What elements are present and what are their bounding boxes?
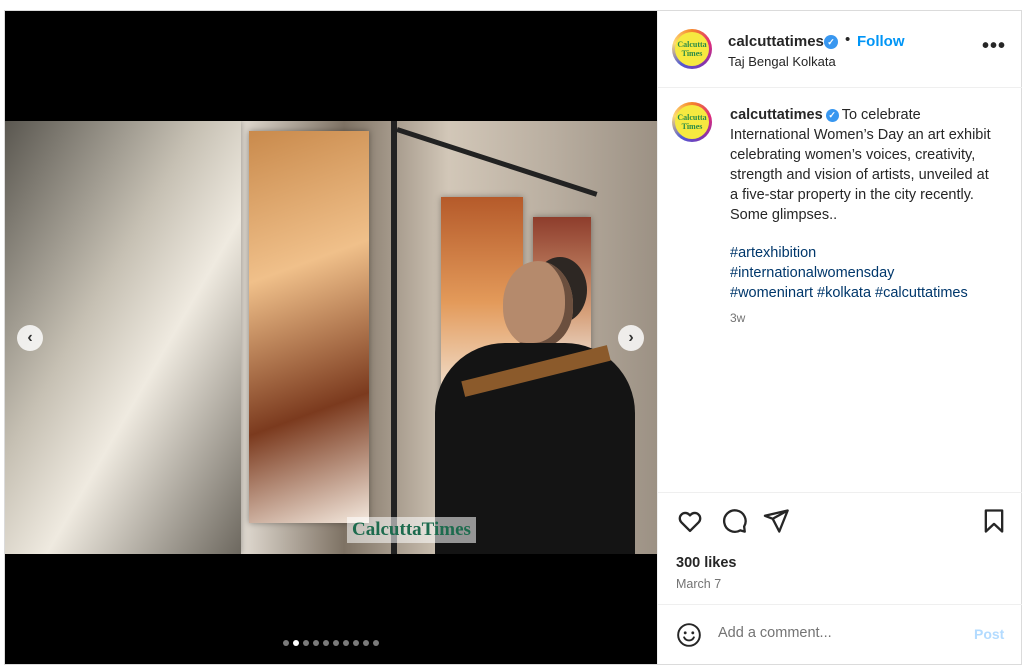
comment-input[interactable]: Add a comment... — [718, 625, 958, 641]
send-icon[interactable] — [762, 507, 790, 535]
follow-button[interactable]: Follow — [857, 33, 905, 50]
username-link[interactable]: calcuttatimes — [728, 33, 824, 50]
likes-count[interactable]: 300 likes — [676, 555, 736, 571]
avatar[interactable]: Calcutta Times — [672, 29, 712, 69]
painting-woman — [249, 131, 369, 523]
hashtags: #artexhibition #internationalwomensday #… — [730, 243, 1010, 303]
more-options-button[interactable]: ••• — [982, 35, 1006, 58]
avatar-logo-text: Calcutta Times — [677, 113, 707, 131]
carousel-next-button[interactable]: › — [618, 325, 644, 351]
chevron-left-icon: ‹ — [27, 329, 33, 346]
separator-dot: • — [845, 31, 851, 48]
caption-text: calcuttatimes ✓ To celebrate International… — [730, 105, 1000, 225]
carousel-dot — [373, 640, 379, 646]
carousel-dot — [333, 640, 339, 646]
hashtag-link[interactable]: #womeninart — [730, 285, 813, 301]
hashtag-link[interactable]: #kolkata — [817, 285, 871, 301]
post-comment-button[interactable]: Post — [974, 626, 1004, 642]
carousel-dot — [363, 640, 369, 646]
post-date: March 7 — [676, 577, 722, 591]
hashtag-link[interactable]: #internationalwomensday — [730, 265, 894, 281]
caption-timestamp: 3w — [730, 311, 746, 325]
carousel-dot — [293, 640, 299, 646]
watermark-logo: CalcuttaTimes — [347, 517, 476, 543]
verified-badge-icon: ✓ — [824, 35, 838, 49]
heart-icon[interactable] — [676, 507, 704, 535]
post-photo[interactable] — [5, 121, 657, 554]
caption-body: To celebrate International Women’s Day a… — [730, 107, 991, 223]
display-pole — [391, 121, 397, 554]
chevron-right-icon: › — [628, 329, 634, 346]
visitor-figure — [425, 257, 635, 554]
carousel-dot — [313, 640, 319, 646]
caption-avatar[interactable]: Calcutta Times — [672, 102, 712, 142]
caption-section: Calcutta Times calcuttatimes ✓ To celebrat… — [658, 88, 1022, 493]
display-rail — [396, 127, 598, 197]
instagram-post: CalcuttaTimes ‹ › Calcutta Times calcutt… — [4, 10, 1022, 665]
caption-username[interactable]: calcuttatimes — [730, 107, 823, 123]
avatar-logo-text: Calcutta Times — [677, 40, 707, 58]
carousel-dot — [283, 640, 289, 646]
carousel-dot — [353, 640, 359, 646]
carousel-prev-button[interactable]: ‹ — [17, 325, 43, 351]
post-media: CalcuttaTimes ‹ › — [5, 11, 657, 664]
carousel-dot — [303, 640, 309, 646]
hashtag-link[interactable]: #artexhibition — [730, 245, 816, 261]
location-link[interactable]: Taj Bengal Kolkata — [728, 54, 836, 69]
carousel-indicator — [5, 640, 657, 646]
comment-bar: Add a comment... Post — [658, 604, 1022, 665]
emoji-icon[interactable] — [676, 622, 702, 648]
carousel-dot — [343, 640, 349, 646]
action-bar — [658, 507, 1022, 537]
bookmark-icon[interactable] — [980, 507, 1008, 535]
hashtag-link[interactable]: #calcuttatimes — [875, 285, 968, 301]
post-header: Calcutta Times calcuttatimes ✓ • Follow … — [658, 11, 1022, 88]
verified-badge-icon: ✓ — [825, 109, 839, 122]
post-sidebar: Calcutta Times calcuttatimes ✓ • Follow … — [657, 11, 1022, 664]
carousel-dot — [323, 640, 329, 646]
comment-icon[interactable] — [720, 507, 748, 535]
